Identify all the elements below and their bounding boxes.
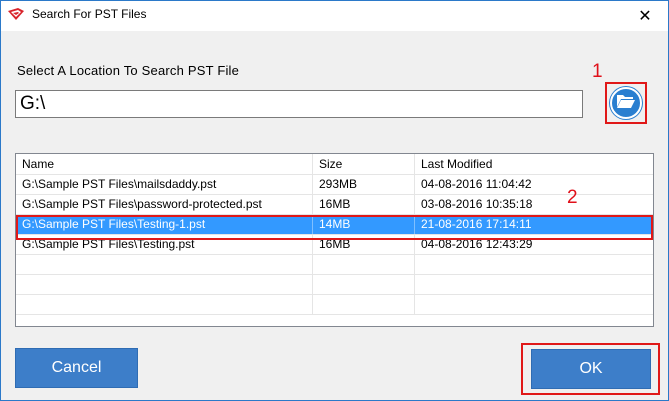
file-name-cell: G:\Sample PST Files\password-protected.p…	[16, 195, 313, 214]
app-logo-icon	[7, 7, 25, 21]
window-title: Search For PST Files	[32, 7, 147, 21]
file-modified-cell: 21-08-2016 17:14:11	[421, 217, 532, 231]
title-bar: Search For PST Files ✕	[1, 1, 668, 31]
file-size-cell: 16MB	[313, 195, 415, 214]
dialog-body: Select A Location To Search PST File 1 N…	[1, 31, 668, 400]
file-name-cell: G:\Sample PST Files\Testing.pst	[16, 235, 313, 254]
file-name-cell: G:\Sample PST Files\Testing-1.pst	[16, 215, 313, 234]
empty-row	[16, 275, 653, 295]
browse-highlight-frame	[605, 82, 647, 124]
empty-cell	[415, 255, 653, 274]
annotation-marker-1: 1	[592, 61, 603, 82]
location-label: Select A Location To Search PST File	[17, 63, 240, 78]
file-row[interactable]: G:\Sample PST Files\password-protected.p…	[16, 195, 653, 215]
empty-cell	[16, 255, 313, 274]
column-header-name[interactable]: Name	[16, 154, 313, 174]
browse-folder-button[interactable]	[610, 87, 642, 119]
empty-cell	[313, 295, 415, 314]
file-size-cell: 293MB	[313, 175, 415, 194]
file-list-header: Name Size Last Modified	[16, 154, 653, 175]
ok-button[interactable]: OK	[531, 349, 651, 389]
empty-cell	[16, 275, 313, 294]
file-row-selected[interactable]: G:\Sample PST Files\Testing-1.pst 14MB 2…	[16, 215, 653, 235]
file-modified-cell: 03-08-2016 10:35:18	[421, 197, 533, 211]
column-header-size[interactable]: Size	[313, 154, 415, 174]
empty-cell	[16, 295, 313, 314]
empty-cell	[313, 275, 415, 294]
file-name-cell: G:\Sample PST Files\mailsdaddy.pst	[16, 175, 313, 194]
column-header-last-modified[interactable]: Last Modified	[415, 154, 653, 174]
file-row[interactable]: G:\Sample PST Files\mailsdaddy.pst 293MB…	[16, 175, 653, 195]
close-icon: ✕	[638, 7, 652, 25]
empty-cell	[313, 255, 415, 274]
file-modified-cell: 04-08-2016 11:04:42	[421, 177, 532, 191]
file-row[interactable]: G:\Sample PST Files\Testing.pst 16MB 04-…	[16, 235, 653, 255]
ok-highlight-frame: OK	[521, 343, 660, 395]
annotation-marker-2: 2	[567, 187, 578, 208]
empty-cell	[415, 275, 653, 294]
pst-file-list: Name Size Last Modified G:\Sample PST Fi…	[15, 153, 654, 327]
empty-cell	[415, 295, 653, 314]
location-path-input[interactable]	[15, 90, 583, 118]
empty-row	[16, 295, 653, 315]
file-modified-cell: 04-08-2016 12:43:29	[421, 237, 533, 251]
empty-row	[16, 255, 653, 275]
close-button[interactable]: ✕	[622, 1, 668, 30]
search-pst-dialog: Search For PST Files ✕ Select A Location…	[0, 0, 669, 401]
cancel-button[interactable]: Cancel	[15, 348, 138, 388]
file-size-cell: 14MB	[313, 215, 415, 234]
file-size-cell: 16MB	[313, 235, 415, 254]
folder-open-icon	[616, 93, 636, 114]
